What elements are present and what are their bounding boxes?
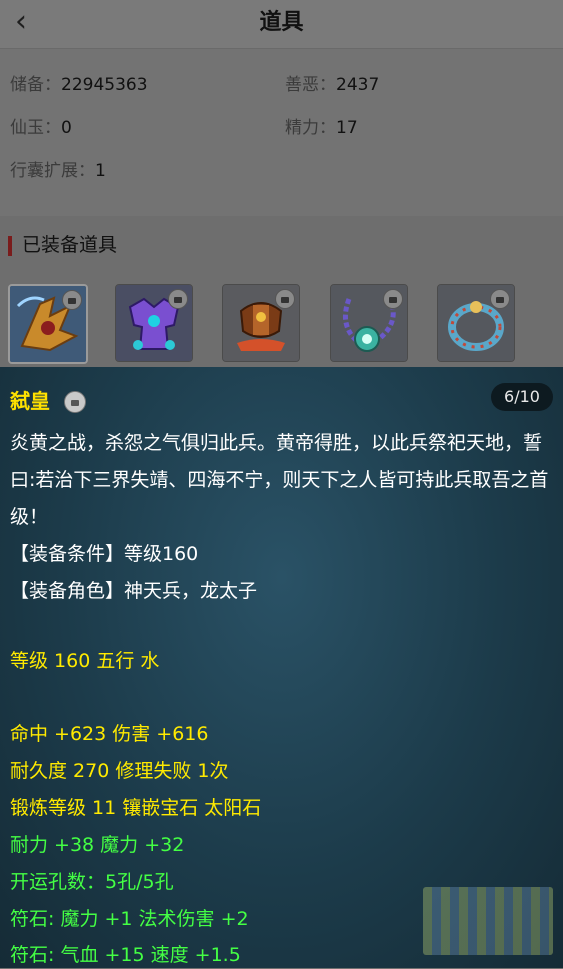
item-count-badge: 6/10 [491,383,553,411]
karma-field: 善恶：2437 [285,73,379,97]
stat-luck-slots: 开运孔数：5孔/5孔 [10,871,174,893]
lock-icon [64,391,86,413]
reserve-value: 22945363 [61,75,148,95]
energy-label: 精力： [285,118,336,138]
energy-value: 17 [336,118,358,138]
section-accent-bar [8,236,12,256]
equipped-section: 已装备道具 [0,216,563,368]
equip-slot-shield[interactable] [222,284,300,362]
stat-hit-damage: 命中 +623 伤害 +616 [10,723,209,745]
lock-icon [62,290,82,310]
karma-value: 2437 [336,75,380,95]
info-panel: 储备：22945363 善恶：2437 仙玉：0 精力：17 行囊扩展：1 [0,49,563,216]
stat-forge: 锻炼等级 11 镶嵌宝石 太阳石 [10,797,262,819]
lock-icon [168,289,188,309]
bag-expand-field: 行囊扩展：1 [10,159,106,183]
lock-icon [490,289,510,309]
stat-durability: 耐久度 270 修理失败 1次 [10,760,229,782]
item-detail-panel: 弑皇 6/10 炎黄之战，杀怨之气俱归此兵。黄帝得胜，以此兵祭祀天地，誓曰:若治… [0,367,563,968]
bag-expand-value: 1 [95,161,106,181]
stat-rune-2: 符石: 气血 +15 速度 +1.5 [10,944,241,966]
jade-label: 仙玉： [10,118,61,138]
item-name: 弑皇 [10,389,50,413]
stat-rune-1: 符石: 魔力 +1 法术伤害 +2 [10,908,249,930]
page-title: 道具 [259,10,304,35]
lock-icon [275,289,295,309]
karma-label: 善恶： [285,75,336,95]
energy-field: 精力：17 [285,116,358,140]
stat-endurance-magic: 耐力 +38 魔力 +32 [10,834,185,856]
bag-expand-label: 行囊扩展： [10,161,95,181]
section-title: 已装备道具 [22,234,118,256]
equip-role: 【装备角色】神天兵，龙太子 [10,580,258,602]
jade-value: 0 [61,118,72,138]
item-description: 炎黄之战，杀怨之气俱归此兵。黄帝得胜，以此兵祭祀天地，誓曰:若治下三界失靖、四海… [10,425,555,610]
reserve-label: 储备： [10,75,61,95]
jade-field: 仙玉：0 [10,116,72,140]
watermark-logo [423,887,553,955]
equip-slot-necklace[interactable] [330,284,408,362]
stat-level: 等级 160 五行 水 [10,650,160,672]
equip-slot-armor[interactable] [115,284,193,362]
equip-slot-weapon[interactable] [8,284,88,364]
item-lore: 炎黄之战，杀怨之气俱归此兵。黄帝得胜，以此兵祭祀天地，誓曰:若治下三界失靖、四海… [10,432,549,528]
reserve-field: 储备：22945363 [10,73,148,97]
lock-icon [383,289,403,309]
equip-condition: 【装备条件】等级160 [10,543,199,565]
equip-slot-ring[interactable] [437,284,515,362]
header-bar: ‹ 道具 [0,0,563,49]
